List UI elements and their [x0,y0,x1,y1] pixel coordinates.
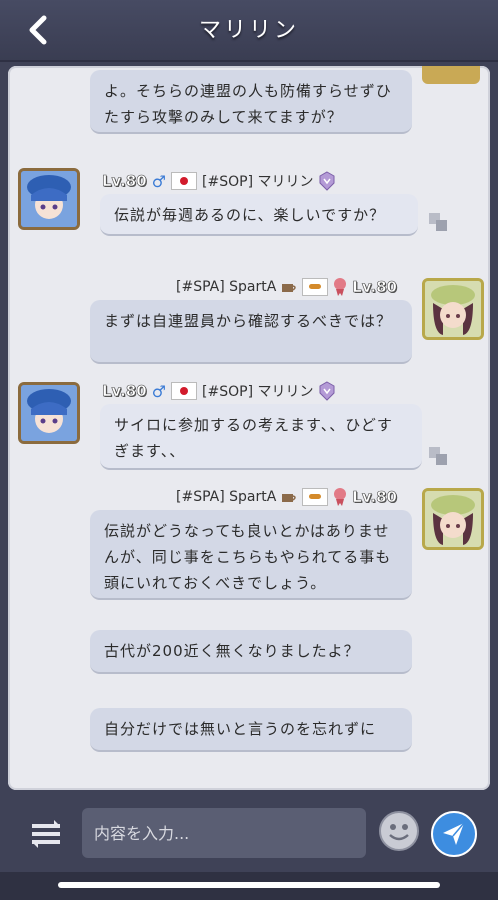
sender-line: [#SPA] SpartA Lv.80 [176,486,397,508]
message-bubble: よ。そちらの連盟の人も防備すらせずひたすら攻撃のみして来てますが？ [90,70,412,134]
cyprus-flag-icon [302,488,329,506]
avatar[interactable] [18,382,80,444]
avatar[interactable] [18,168,80,230]
level-label: Lv.80 [102,172,147,191]
message-input[interactable] [82,808,366,858]
translate-icon[interactable] [428,212,448,232]
send-button[interactable] [430,810,478,858]
japan-flag-icon [171,382,198,400]
rank-badge-icon [319,381,335,401]
avatar-image [21,171,77,227]
input-bar [0,792,498,872]
sender-name: [#SOP] マリリン [202,384,314,400]
medal-icon [334,278,347,296]
avatar-image [425,491,481,547]
sender-line: Lv.80 ♂ [#SOP] マリリン [102,380,336,402]
emoji-button[interactable] [378,810,420,852]
message-bubble: サイロに参加するの考えます、、ひどすぎます、、 [100,404,422,470]
message-text: 伝説がどうなっても良いとかはありませんが、同じ事をこちらもやられてる事も頭にいれ… [104,522,392,592]
message-text: 伝説が毎週あるのに、楽しいですか？ [114,206,386,224]
message-list[interactable]: よ。そちらの連盟の人も防備すらせずひたすら攻撃のみして来てますが？ Lv.80 … [8,66,490,790]
coffee-icon [282,494,297,502]
switch-channel-icon[interactable] [28,816,64,852]
message-bubble: 伝説が毎週あるのに、楽しいですか？ [100,194,418,236]
message-bubble: まずは自連盟員から確認するべきでは？ [90,300,412,364]
chat-panel[interactable]: よ。そちらの連盟の人も防備すらせずひたすら攻撃のみして来てますが？ Lv.80 … [8,66,490,790]
sender-name: [#SPA] SpartA [176,489,277,505]
message-bubble: 古代が200近く無くなりましたよ？ [90,630,412,674]
message-text: サイロに参加するの考えます、、ひどすぎます、、 [114,416,393,460]
level-label: Lv.80 [352,278,397,297]
translate-icon[interactable] [428,446,448,466]
avatar[interactable] [422,488,484,550]
sender-line: [#SPA] SpartA Lv.80 [176,276,397,298]
message-text: 古代が200近く無くなりましたよ？ [104,642,360,660]
japan-flag-icon [171,172,198,190]
sender-name: [#SOP] マリリン [202,174,314,190]
gender-icon: ♂ [151,381,167,401]
message-bubble: 自分だけでは無いと言うのを忘れずに [90,708,412,752]
message-bubble: 伝説がどうなっても良いとかはありませんが、同じ事をこちらもやられてる事も頭にいれ… [90,510,412,600]
cyprus-flag-icon [302,278,329,296]
chat-title: マリリン [198,18,299,43]
coffee-icon [282,284,297,292]
sender-line: Lv.80 ♂ [#SOP] マリリン [102,170,336,192]
message-text: まずは自連盟員から確認するべきでは？ [104,312,393,330]
level-label: Lv.80 [102,382,147,401]
medal-icon [334,488,347,506]
header-bar: マリリン [0,0,498,62]
rank-badge-icon [319,171,335,191]
level-label: Lv.80 [352,488,397,507]
avatar-image [425,281,481,337]
home-indicator [58,882,440,888]
avatar[interactable] [422,278,484,340]
message-text: 自分だけでは無いと言うのを忘れずに [104,720,377,738]
sender-name: [#SPA] SpartA [176,279,277,295]
avatar[interactable] [422,66,480,84]
gender-icon: ♂ [151,171,167,191]
message-text: よ。そちらの連盟の人も防備すらせずひたすら攻撃のみして来てますが？ [104,82,392,126]
avatar-image [21,385,77,441]
